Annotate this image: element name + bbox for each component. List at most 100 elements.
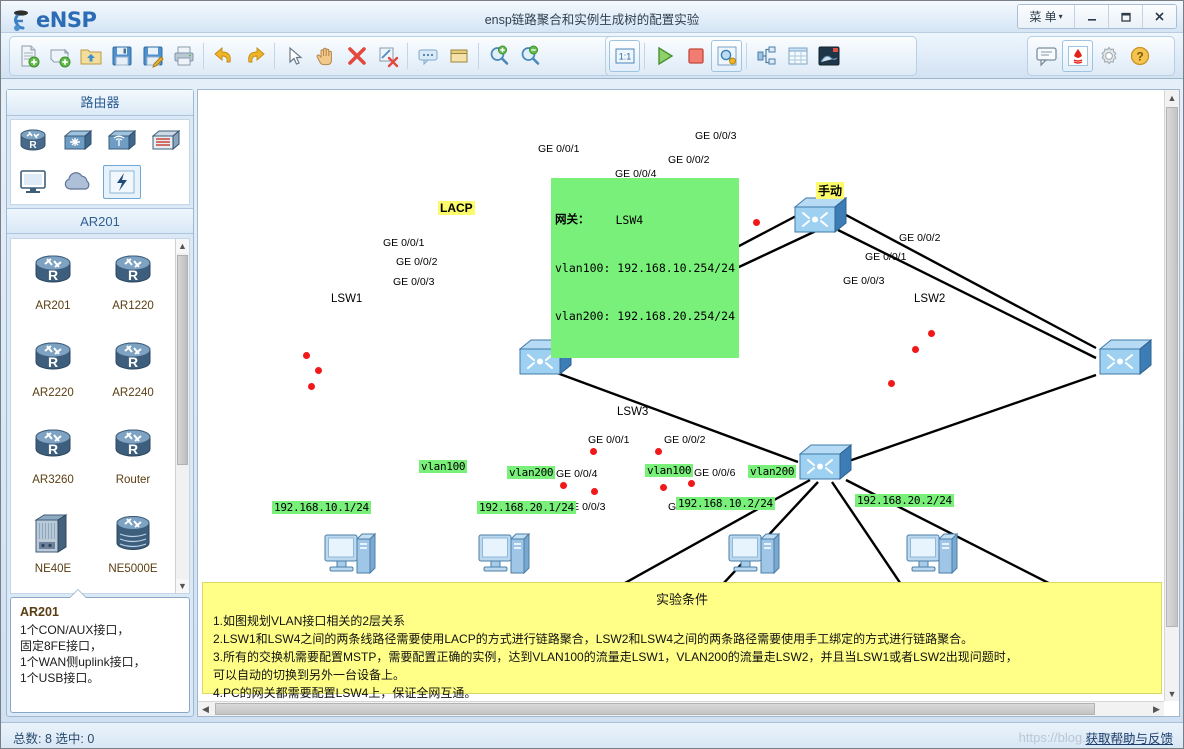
scroll-left-icon[interactable]: ◀: [198, 702, 213, 717]
model-list-scrollbar[interactable]: ▲ ▼: [175, 239, 189, 593]
canvas-vertical-scrollbar[interactable]: ▲ ▼: [1164, 90, 1179, 701]
hand-icon[interactable]: [310, 40, 341, 72]
node-pc2[interactable]: [475, 527, 533, 588]
delete-icon[interactable]: [341, 40, 372, 72]
model-item-ar201[interactable]: R AR201: [13, 245, 93, 331]
router-icon: R: [35, 342, 71, 370]
comment-icon[interactable]: [412, 40, 443, 72]
help-feedback-link[interactable]: 获取帮助与反馈: [1085, 728, 1173, 747]
redo-icon[interactable]: [239, 40, 270, 72]
settings-gear-icon[interactable]: [1093, 40, 1124, 72]
scroll-down-icon[interactable]: ▼: [176, 579, 189, 593]
window-title: ensp链路聚合和实例生成树的配置实验: [484, 13, 700, 27]
device-sidebar: 路由器 R AR201 R AR201 R AR1220 R AR2220 R …: [6, 89, 194, 717]
model-item-ar3260[interactable]: R AR3260: [13, 419, 93, 505]
menu-button[interactable]: 菜 单 ▾: [1018, 5, 1074, 28]
huawei-icon[interactable]: [1062, 40, 1093, 72]
core-router-icon: [116, 516, 150, 550]
save-as-icon[interactable]: [137, 40, 168, 72]
pc-icon: [906, 532, 959, 575]
model-item-router[interactable]: R Router: [93, 419, 173, 505]
switch-icon: [793, 196, 848, 234]
info-line: 1个CON/AUX接口，: [20, 623, 130, 637]
connection-type-icon[interactable]: [103, 165, 141, 199]
zoom-in-icon[interactable]: [483, 40, 514, 72]
save-icon[interactable]: [106, 40, 137, 72]
node-lsw3[interactable]: [798, 442, 854, 491]
topology-tree-icon[interactable]: [751, 40, 782, 72]
maximize-button[interactable]: [1108, 5, 1142, 28]
print-icon[interactable]: [168, 40, 199, 72]
router-type-icon[interactable]: R: [15, 125, 53, 159]
grid-icon[interactable]: [782, 40, 813, 72]
wlan-type-icon[interactable]: [103, 125, 141, 159]
topology-canvas[interactable]: LSW1 LSW2 LSW3 GE 0/0/1 GE 0/0/4 GE 0/0/…: [198, 90, 1166, 702]
screenshot-icon[interactable]: [813, 40, 844, 72]
gateway-title: 网关：: [555, 214, 590, 226]
scroll-up-icon[interactable]: ▲: [1165, 90, 1179, 105]
minimize-button[interactable]: [1074, 5, 1108, 28]
scroll-down-icon[interactable]: ▼: [1165, 686, 1179, 701]
endpoint-type-icon[interactable]: [15, 165, 53, 199]
port-dot: [590, 448, 597, 455]
scroll-thumb[interactable]: [1166, 107, 1178, 627]
note-line: 2.LSW1和LSW4之间的两条线路径需要使用LACP的方式进行链路聚合，LSW…: [213, 632, 974, 646]
gateway-vlan100: vlan100: 192.168.10.254/24: [555, 261, 736, 275]
capture-icon[interactable]: [711, 40, 742, 72]
help-icon[interactable]: ?: [1124, 40, 1155, 72]
zoom-out-icon[interactable]: [514, 40, 545, 72]
minimize-icon: [1087, 18, 1096, 21]
close-icon: [1155, 12, 1164, 21]
shape-icon[interactable]: [443, 40, 474, 72]
toolbar-right-group: ?: [1027, 36, 1175, 76]
port-dot: [928, 330, 935, 337]
pc-icon: [478, 532, 531, 575]
zoom-reset-icon[interactable]: 1:1: [609, 40, 640, 72]
switch-type-icon[interactable]: [59, 125, 97, 159]
open-folder-icon[interactable]: [75, 40, 106, 72]
new-device-icon[interactable]: [44, 40, 75, 72]
model-item-ne40e[interactable]: NE40E: [13, 506, 93, 592]
scroll-right-icon[interactable]: ▶: [1149, 702, 1164, 717]
link-lsw4-lsw2-b: [837, 228, 1097, 360]
ip-label-pc4: 192.168.20.2/24: [855, 494, 954, 507]
annotation-manual: 手动: [816, 182, 845, 199]
model-item-ne5000e[interactable]: NE5000E: [93, 506, 173, 592]
device-info-callout: AR201 1个CON/AUX接口， 固定8FE接口， 1个WAN侧uplink…: [10, 590, 190, 713]
chevron-down-icon: ▾: [1058, 12, 1063, 21]
router-icon: R: [35, 255, 71, 283]
cloud-type-icon[interactable]: [59, 165, 97, 199]
scroll-thumb[interactable]: [177, 255, 188, 465]
model-label: NE40E: [34, 563, 72, 575]
router-icon: R: [35, 429, 71, 457]
chat-icon[interactable]: [1031, 40, 1062, 72]
model-item-ar2240[interactable]: R AR2240: [93, 332, 173, 418]
info-line: 固定8FE接口，: [20, 639, 103, 653]
scroll-up-icon[interactable]: ▲: [176, 239, 189, 253]
port-label-lsw2-ge2: GE 0/0/2: [899, 232, 941, 244]
pointer-icon[interactable]: [279, 40, 310, 72]
model-item-ar1220[interactable]: R AR1220: [93, 245, 173, 331]
node-pc1[interactable]: [321, 527, 379, 588]
canvas-horizontal-scrollbar[interactable]: ◀ ▶: [198, 701, 1164, 716]
close-button[interactable]: [1142, 5, 1176, 28]
start-icon[interactable]: [649, 40, 680, 72]
new-topology-icon[interactable]: [13, 40, 44, 72]
node-lsw4[interactable]: [793, 195, 849, 244]
node-pc3[interactable]: [725, 527, 783, 588]
remove-link-icon[interactable]: [372, 40, 403, 72]
firewall-type-icon[interactable]: [147, 125, 185, 159]
info-line: 1个USB接口。: [20, 671, 100, 685]
undo-icon[interactable]: [208, 40, 239, 72]
ip-label-pc3: 192.168.10.2/24: [676, 497, 775, 510]
model-list: R AR201 R AR1220 R AR2220 R AR2240 R AR3…: [10, 238, 190, 594]
ensp-logo-icon: [11, 9, 33, 31]
node-pc4[interactable]: [903, 527, 961, 588]
port-dot: [303, 352, 310, 359]
sidebar-subheader: AR201: [7, 208, 193, 234]
node-lsw2[interactable]: [1098, 337, 1154, 386]
scroll-thumb[interactable]: [215, 703, 1095, 715]
node-label-lsw1: LSW1: [331, 293, 363, 305]
stop-icon[interactable]: [680, 40, 711, 72]
model-item-ar2220[interactable]: R AR2220: [13, 332, 93, 418]
